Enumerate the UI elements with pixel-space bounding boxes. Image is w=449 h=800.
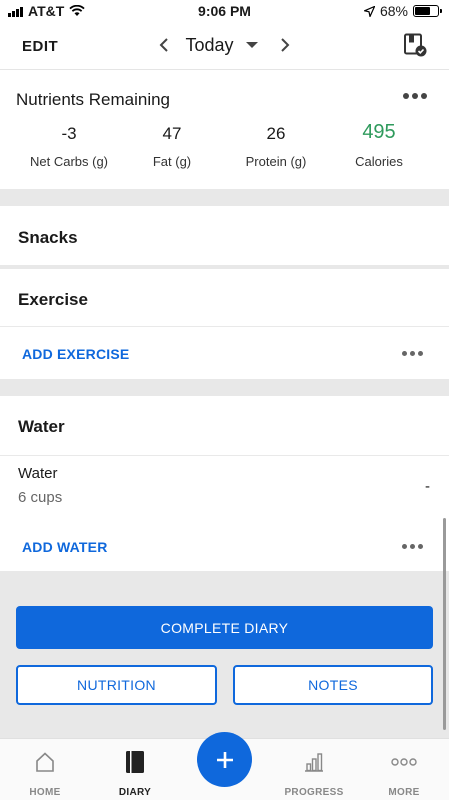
add-entry-button[interactable] bbox=[197, 732, 252, 787]
water-more-icon[interactable] bbox=[402, 544, 423, 549]
water-entry-value: - bbox=[425, 478, 430, 495]
tab-diary[interactable]: DIARY bbox=[90, 747, 180, 798]
notes-button[interactable]: NOTES bbox=[233, 665, 433, 705]
notebook-check-icon bbox=[404, 33, 427, 57]
tab-more[interactable]: MORE bbox=[359, 747, 449, 798]
divider bbox=[0, 326, 449, 327]
location-arrow-icon bbox=[363, 5, 375, 17]
chevron-left-icon bbox=[160, 38, 169, 52]
water-title: Water bbox=[18, 417, 65, 436]
add-water-button[interactable]: ADD WATER bbox=[22, 539, 108, 555]
water-entry-amount: 6 cups bbox=[18, 489, 63, 506]
home-icon bbox=[36, 752, 54, 772]
net-carbs-label: Net Carbs (g) bbox=[29, 154, 109, 169]
more-dots-icon bbox=[391, 758, 417, 766]
calories-label: Calories bbox=[355, 154, 403, 169]
diary-actions: COMPLETE DIARY NUTRITION NOTES bbox=[0, 571, 449, 738]
scrollbar[interactable] bbox=[443, 518, 446, 730]
exercise-more-icon[interactable] bbox=[402, 351, 423, 356]
previous-day-button[interactable] bbox=[151, 34, 177, 56]
add-exercise-button[interactable]: ADD EXERCISE bbox=[22, 346, 129, 362]
tab-more-label: MORE bbox=[388, 787, 420, 798]
status-right: 68% bbox=[363, 3, 442, 19]
exercise-section: Exercise ADD EXERCISE bbox=[0, 269, 449, 379]
net-carbs-stat: -3 Net Carbs (g) bbox=[14, 124, 124, 169]
tab-progress-label: PROGRESS bbox=[284, 787, 344, 798]
complete-diary-button[interactable]: COMPLETE DIARY bbox=[16, 606, 433, 649]
net-carbs-value: -3 bbox=[61, 124, 77, 143]
protein-value: 26 bbox=[266, 124, 286, 143]
date-navigator: Today bbox=[0, 34, 449, 56]
divider bbox=[0, 455, 449, 456]
fat-label: Fat (g) bbox=[152, 154, 192, 169]
bar-chart-icon bbox=[305, 753, 323, 772]
battery-icon bbox=[413, 5, 442, 17]
tab-home-label: HOME bbox=[29, 787, 61, 798]
tab-home[interactable]: HOME bbox=[0, 747, 90, 798]
water-entry-name[interactable]: Water bbox=[18, 465, 57, 482]
notebook-icon bbox=[126, 751, 144, 773]
snacks-title: Snacks bbox=[18, 228, 78, 247]
next-day-button[interactable] bbox=[272, 34, 298, 56]
caret-down-icon[interactable] bbox=[245, 42, 258, 48]
tab-diary-label: DIARY bbox=[118, 787, 152, 798]
calories-stat: 495 Calories bbox=[324, 121, 434, 169]
nutrients-more-icon[interactable] bbox=[403, 93, 427, 99]
tab-bar: HOME DIARY PROGRESS MORE bbox=[0, 732, 449, 800]
calories-value: 495 bbox=[362, 121, 396, 143]
plus-icon bbox=[216, 751, 233, 768]
top-nav: EDIT Today bbox=[0, 22, 449, 70]
nutrition-button[interactable]: NUTRITION bbox=[16, 665, 217, 705]
date-label[interactable]: Today bbox=[185, 35, 233, 56]
protein-label: Protein (g) bbox=[245, 154, 307, 169]
section-divider bbox=[0, 379, 449, 396]
protein-stat: 26 Protein (g) bbox=[221, 124, 331, 169]
section-divider bbox=[0, 189, 449, 206]
nutrients-title: Nutrients Remaining bbox=[16, 90, 171, 109]
status-bar: AT&T 9:06 PM 68% bbox=[0, 0, 449, 22]
battery-percent: 68% bbox=[379, 3, 408, 19]
nutrients-remaining-card: Nutrients Remaining -3 Net Carbs (g) 47 … bbox=[0, 71, 449, 189]
exercise-title: Exercise bbox=[18, 290, 88, 309]
diary-check-button[interactable] bbox=[403, 33, 427, 57]
snacks-section[interactable]: Snacks bbox=[0, 206, 449, 265]
fat-value: 47 bbox=[162, 124, 182, 143]
fat-stat: 47 Fat (g) bbox=[117, 124, 227, 169]
tab-progress[interactable]: PROGRESS bbox=[269, 747, 359, 798]
chevron-right-icon bbox=[280, 38, 289, 52]
